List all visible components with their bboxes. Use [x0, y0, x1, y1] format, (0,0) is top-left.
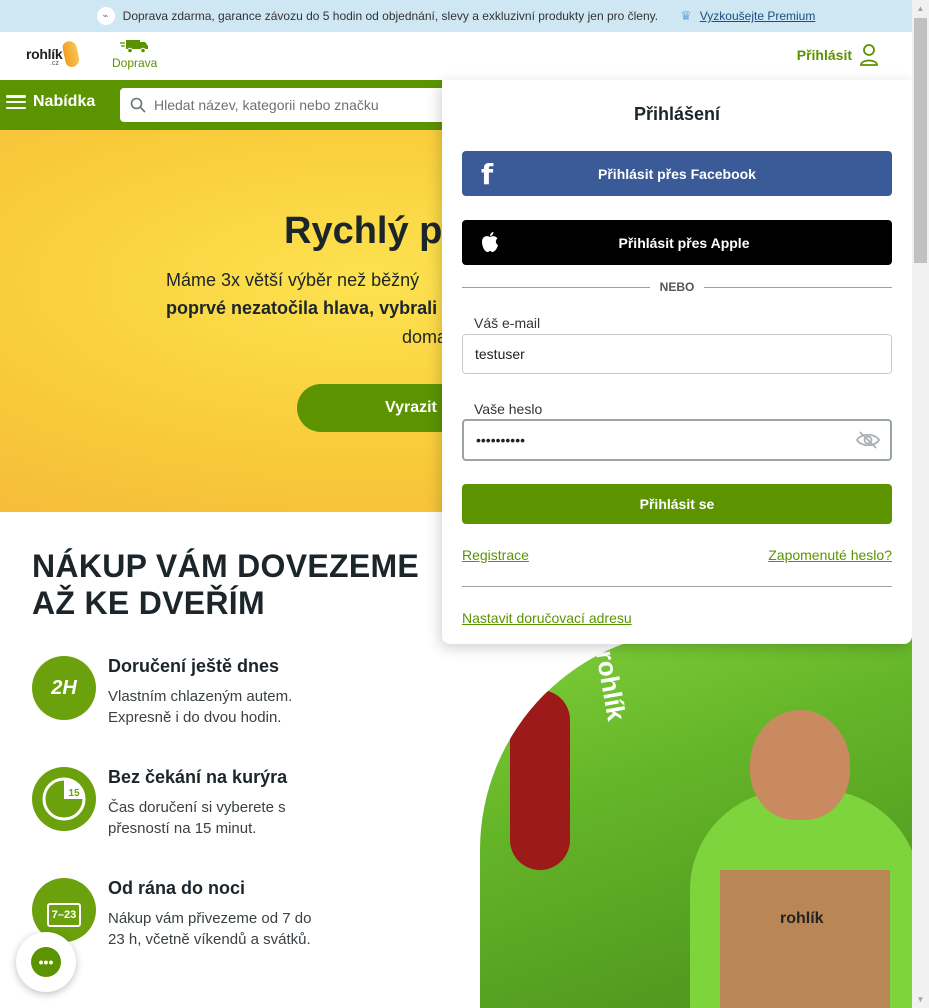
email-field-wrapper	[462, 334, 892, 374]
hero-title: Rychlý pr	[284, 210, 458, 252]
courier-face	[750, 710, 850, 820]
announcement-bar: ⌁ Doprava zdarma, garance závozu do 5 ho…	[0, 0, 912, 32]
divider	[462, 586, 892, 587]
delivery-label: Doprava	[112, 56, 158, 70]
crown-icon: ♛	[680, 8, 692, 23]
hero-text-line3: doma	[402, 327, 448, 347]
email-label: Váš e-mail	[474, 315, 541, 331]
login-submit-label: Přihlásit se	[639, 496, 715, 512]
courier-photo: rohlík rohlík	[480, 630, 912, 1008]
chat-icon: •••	[31, 947, 61, 977]
feature-icon-text: 15	[68, 788, 80, 799]
feature-text: Čas doručení si vyberete s přesností na …	[108, 799, 286, 837]
forgot-password-link[interactable]: Zapomenuté heslo?	[768, 547, 892, 563]
chat-button[interactable]: •••	[16, 932, 76, 992]
apple-login-label: Přihlásit přes Apple	[618, 234, 750, 251]
hero-text-line1: Máme 3x větší výběr než běžný	[166, 270, 420, 290]
scroll-down-icon[interactable]: ▼	[912, 991, 929, 1008]
feature-icon-text: 2H	[51, 676, 77, 699]
van-logo: rohlík	[589, 647, 632, 723]
logo-tld: .cz	[50, 60, 59, 67]
email-field[interactable]	[463, 335, 843, 373]
announcement-text: Doprava zdarma, garance závozu do 5 hodi…	[122, 9, 659, 23]
scrollbar[interactable]: ▲ ▼	[912, 0, 929, 1008]
premium-link[interactable]: Vyzkoušejte Premium	[700, 9, 816, 23]
or-divider-label: NEBO	[659, 280, 695, 294]
login-submit-button[interactable]: Přihlásit se	[462, 484, 892, 524]
password-field-wrapper	[462, 419, 892, 461]
bag-logo: rohlík	[780, 910, 824, 927]
search-box	[120, 88, 460, 122]
or-divider: NEBO	[462, 279, 893, 295]
facebook-login-button[interactable]: f Přihlásit přes Facebook	[462, 151, 892, 196]
logo[interactable]: rohlík .cz	[26, 39, 81, 69]
delivery-link[interactable]: Doprava	[112, 38, 157, 70]
feature-icon-text: 7–23	[51, 909, 77, 921]
scrollbar-thumb[interactable]	[914, 18, 927, 263]
menu-button[interactable]: Nabídka	[6, 93, 95, 111]
apple-login-button[interactable]: Přihlásit přes Apple	[462, 220, 892, 265]
van-taillight	[510, 690, 570, 870]
truck-icon	[119, 40, 148, 54]
section-title: NÁKUP VÁM DOVEZEME AŽ KE DVEŘÍM	[32, 548, 419, 622]
croissant-icon	[61, 39, 81, 69]
set-address-link[interactable]: Nastavit doručovací adresu	[462, 610, 632, 626]
feature-title: Od rána do noci	[108, 878, 246, 898]
hamburger-icon	[6, 95, 26, 109]
section-title-line2: AŽ KE DVEŘÍM	[32, 585, 265, 621]
feature-title: Bez čekání na kurýra	[108, 767, 288, 787]
search-icon	[130, 97, 146, 113]
facebook-login-label: Přihlásit přes Facebook	[598, 165, 756, 182]
feature-text: Vlastním chlazeným autem. Expresně i do …	[108, 688, 293, 726]
hero-cta-label: Vyrazit	[385, 399, 437, 416]
search-input[interactable]	[154, 97, 434, 113]
paper-bag	[720, 870, 890, 1008]
login-label: Přihlásit	[796, 47, 852, 63]
apple-icon	[482, 232, 498, 252]
two-hours-icon: 2H	[32, 656, 96, 720]
facebook-icon: f	[481, 158, 494, 191]
login-title: Přihlášení	[633, 104, 721, 124]
feature-title: Doručení ještě dnes	[108, 656, 280, 676]
header: rohlík .cz Doprava Přihlásit	[0, 32, 912, 80]
hide-password-icon[interactable]	[856, 430, 880, 450]
login-popover: Přihlášení f Přihlásit přes Facebook Při…	[442, 80, 912, 644]
section-title-line1: NÁKUP VÁM DOVEZEME	[32, 548, 420, 584]
menu-label: Nabídka	[33, 93, 96, 110]
speed-icon: ⌁	[96, 7, 115, 25]
password-field[interactable]	[464, 421, 844, 459]
password-label: Vaše heslo	[474, 401, 543, 417]
feature-text: Nákup vám přivezeme od 7 do 23 h, včetně…	[108, 910, 312, 948]
clock-icon: 15	[32, 767, 96, 831]
hero-text-line2: poprvé nezatočila hlava, vybrali	[166, 298, 438, 318]
login-toggle[interactable]: Přihlásit	[797, 44, 878, 66]
scroll-up-icon[interactable]: ▲	[912, 0, 929, 17]
register-link[interactable]: Registrace	[462, 547, 529, 563]
user-icon	[860, 44, 878, 66]
